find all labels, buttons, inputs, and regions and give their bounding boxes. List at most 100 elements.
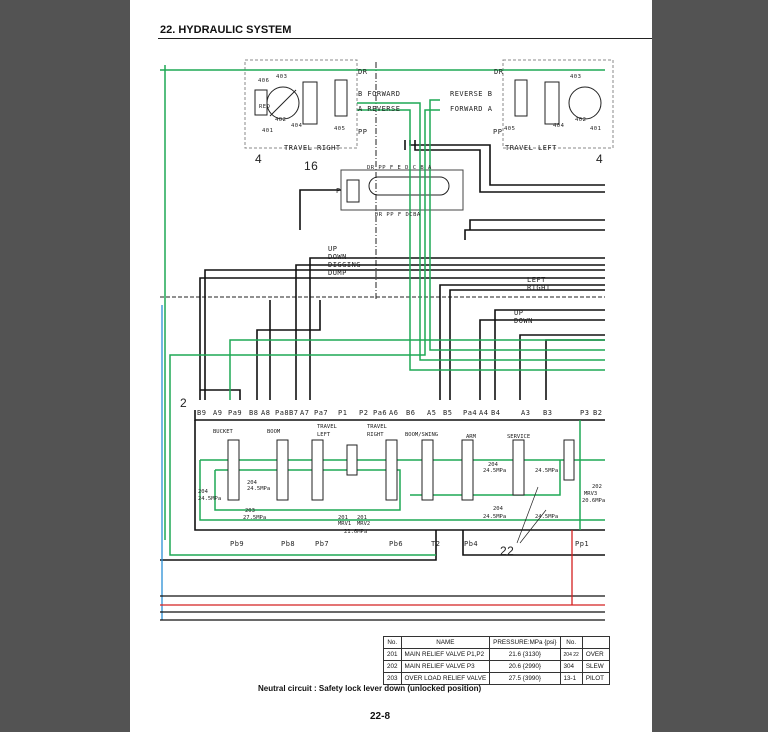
- port-label: A6: [389, 409, 398, 417]
- line-label: DUMP: [328, 269, 347, 277]
- ref-label: 4: [255, 152, 262, 166]
- port-label: P3: [580, 409, 589, 417]
- port-label: P: [336, 187, 341, 195]
- cell: 203: [383, 672, 402, 685]
- cell: 21.6 {3130}: [489, 648, 561, 661]
- port-label: Pb4: [464, 540, 478, 548]
- part-label: 403: [570, 74, 581, 80]
- port-label: A REVERSE: [358, 105, 400, 113]
- valve-pressure: 21.6MPa: [344, 529, 367, 535]
- port-label: PP: [358, 128, 367, 136]
- port-label: P2: [359, 409, 368, 417]
- travel-left-motor-box: [502, 59, 614, 149]
- cell: 20.6 {2990}: [489, 660, 561, 673]
- section-label: BUCKET: [213, 429, 234, 435]
- line-label: UP: [514, 309, 523, 317]
- ref-label: 22: [500, 544, 514, 558]
- ref-label: 16: [304, 159, 318, 173]
- cell: 27.5 {3990}: [489, 672, 561, 685]
- port-label: PP: [493, 128, 502, 136]
- part-label: 401: [590, 126, 601, 132]
- cell: PILOT: [581, 672, 610, 685]
- part-label: 405: [504, 126, 515, 132]
- line-label: DOWN: [514, 317, 533, 325]
- cell: 304: [559, 660, 583, 673]
- part-label: 402: [275, 117, 286, 123]
- port-label: A4: [479, 409, 488, 417]
- line-label: LEFT: [527, 276, 546, 284]
- part-label: RED: [259, 104, 270, 110]
- col-header: NAME: [400, 636, 491, 649]
- port-label: B5: [443, 409, 452, 417]
- valve-no: 203: [245, 508, 255, 514]
- valve-no: 204: [493, 506, 504, 512]
- cell: 201: [383, 648, 402, 661]
- valve-pressure: 24.5MPa: [483, 514, 506, 520]
- circuit-note: Neutral circuit : Safety lock lever down…: [258, 684, 482, 693]
- line-label: DIGGING: [328, 261, 361, 269]
- port-label: Pa7: [314, 409, 328, 417]
- port-label: Pb6: [389, 540, 403, 548]
- port-label: DR: [494, 68, 504, 76]
- port-label: FORWARD A: [450, 105, 493, 113]
- section-label: TRAVEL: [317, 424, 338, 430]
- part-label: 402: [575, 117, 586, 123]
- part-label: 404: [291, 123, 303, 129]
- col-header: [581, 636, 610, 649]
- port-label: Pb7: [315, 540, 329, 548]
- section-label: BOOM: [267, 429, 281, 435]
- travel-right-label: TRAVEL RIGHT: [284, 144, 341, 152]
- port-label: A5: [427, 409, 436, 417]
- part-label: 406: [258, 78, 269, 84]
- valve-pressure: 24.5MPa: [198, 496, 221, 502]
- valve-pressure: 24.5MPa: [247, 486, 270, 492]
- port-label: Pb9: [230, 540, 244, 548]
- port-label: A9: [213, 409, 222, 417]
- col-header: PRESSURE:MPa {psi}: [489, 636, 561, 649]
- ref-label: 2: [180, 396, 187, 410]
- port-label: Pp1: [575, 540, 589, 548]
- valve-pressure: MRV3: [584, 491, 597, 497]
- valve-pressure: MRV1: [338, 521, 351, 527]
- relief-valve-table: No. NAME PRESSURE:MPa {psi} No. 201 MAIN…: [383, 636, 610, 685]
- section-label: BOOM/SWING: [405, 432, 438, 438]
- port-label: REVERSE B: [450, 90, 492, 98]
- relief-valve-labels: 204 24.5MPa 204 24.5MPa 203 27.5MPa 201 …: [198, 462, 605, 535]
- port-label: Pa9: [228, 409, 242, 417]
- ref-label: 4: [596, 152, 603, 166]
- port-label: B9: [197, 409, 206, 417]
- port-label: A8: [261, 409, 270, 417]
- cell: OVER LOAD RELIEF VALVE: [400, 672, 491, 685]
- line-label: RIGHT: [527, 284, 551, 292]
- section-label: RIGHT: [367, 432, 384, 438]
- port-label: T2: [431, 540, 440, 548]
- valve-no: 204: [198, 489, 209, 495]
- port-label: B8: [249, 409, 258, 417]
- col-header: No.: [559, 636, 583, 649]
- section-label: TRAVEL: [367, 424, 388, 430]
- port-label: Pa8: [275, 409, 289, 417]
- port-label: DR: [358, 68, 368, 76]
- document-page: 22. HYDRAULIC SYSTEM 406 403 RED 402 401…: [130, 0, 652, 732]
- part-label: 404: [553, 123, 565, 129]
- port-label: B7: [289, 409, 298, 417]
- table-header-row: No. NAME PRESSURE:MPa {psi} No.: [383, 636, 610, 649]
- port-label: Pa6: [373, 409, 387, 417]
- port-label: B2: [593, 409, 602, 417]
- valve-pressure: 27.5MPa: [243, 515, 266, 521]
- valve-pressure: 24.5MPa: [483, 468, 506, 474]
- valve-pressure: MRV2: [357, 521, 370, 527]
- port-label: B FORWARD: [358, 90, 400, 98]
- port-label: DR PP F DCBA: [375, 212, 421, 218]
- table-row: 201 MAIN RELIEF VALVE P1,P2 21.6 {3130} …: [383, 648, 610, 661]
- col-header: No.: [383, 636, 402, 649]
- cell: OVER: [581, 648, 610, 661]
- travel-left-label: TRAVEL LEFT: [505, 144, 557, 152]
- control-valve-sections: BUCKET BOOM TRAVEL LEFT TRAVEL RIGHT BOO…: [213, 424, 530, 440]
- valve-spools: [227, 439, 575, 501]
- part-label: 401: [262, 128, 273, 134]
- part-label: 403: [276, 74, 287, 80]
- cell: MAIN RELIEF VALVE P3: [400, 660, 491, 673]
- port-label: DR PP F E D C B A: [367, 165, 432, 171]
- valve-no: 202: [592, 484, 602, 490]
